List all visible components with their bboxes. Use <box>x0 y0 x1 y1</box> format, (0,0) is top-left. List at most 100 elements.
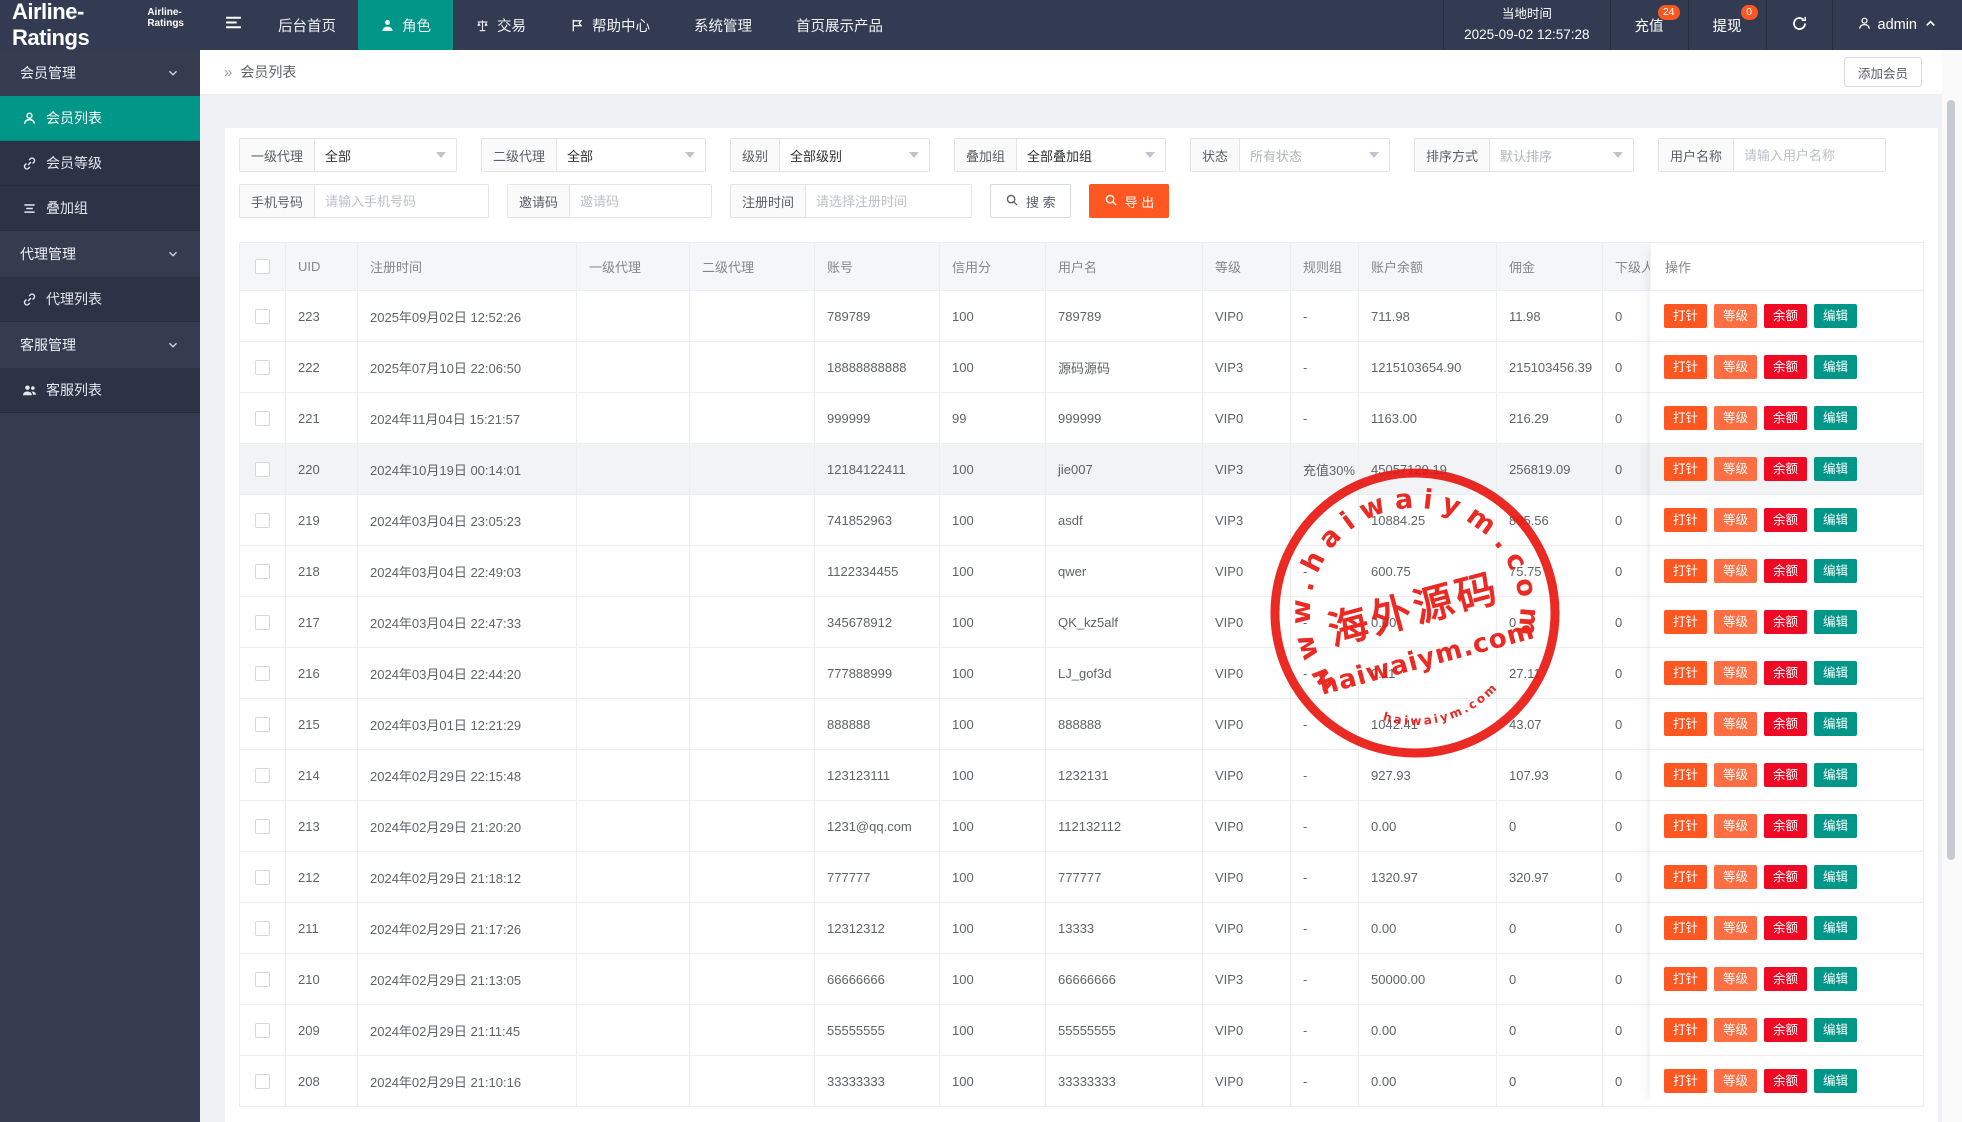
action-level-button[interactable]: 等级 <box>1714 967 1757 992</box>
action-balance-button[interactable]: 余额 <box>1764 457 1807 482</box>
nav-item-1[interactable]: 后台首页 <box>256 0 358 50</box>
sidebar-group-7[interactable]: 客服管理 <box>0 322 200 368</box>
action-balance-button[interactable]: 余额 <box>1764 763 1807 788</box>
action-edit-button[interactable]: 编辑 <box>1814 1018 1857 1043</box>
action-edit-button[interactable]: 编辑 <box>1814 814 1857 839</box>
row-checkbox[interactable] <box>255 513 270 528</box>
action-level-button[interactable]: 等级 <box>1714 763 1757 788</box>
action-level-button[interactable]: 等级 <box>1714 712 1757 737</box>
action-level-button[interactable]: 等级 <box>1714 304 1757 329</box>
filter-select-value[interactable]: 默认排序 <box>1490 139 1633 171</box>
user-menu[interactable]: admin <box>1833 0 1962 50</box>
nav-item-4[interactable]: 帮助中心 <box>548 0 672 50</box>
sidebar-group-5[interactable]: 代理管理 <box>0 231 200 277</box>
row-checkbox[interactable] <box>255 564 270 579</box>
row-checkbox[interactable] <box>255 1074 270 1089</box>
action-level-button[interactable]: 等级 <box>1714 661 1757 686</box>
sidebar-item-4[interactable]: 叠加组 <box>0 186 200 231</box>
action-inject-button[interactable]: 打针 <box>1664 1069 1707 1094</box>
action-level-button[interactable]: 等级 <box>1714 865 1757 890</box>
action-balance-button[interactable]: 余额 <box>1764 304 1807 329</box>
action-inject-button[interactable]: 打针 <box>1664 610 1707 635</box>
row-checkbox[interactable] <box>255 411 270 426</box>
action-level-button[interactable]: 等级 <box>1714 457 1757 482</box>
action-edit-button[interactable]: 编辑 <box>1814 559 1857 584</box>
nav-item-6[interactable]: 首页展示产品 <box>774 0 905 50</box>
scrollbar-thumb[interactable] <box>1947 100 1955 860</box>
action-level-button[interactable]: 等级 <box>1714 610 1757 635</box>
menu-toggle-button[interactable] <box>210 0 256 50</box>
filter-select-value[interactable]: 全部级别 <box>780 139 929 171</box>
row-checkbox[interactable] <box>255 462 270 477</box>
action-inject-button[interactable]: 打针 <box>1664 712 1707 737</box>
row-checkbox[interactable] <box>255 666 270 681</box>
filter-text-input[interactable] <box>570 185 711 217</box>
action-inject-button[interactable]: 打针 <box>1664 406 1707 431</box>
row-checkbox[interactable] <box>255 360 270 375</box>
filter-text-input[interactable] <box>806 185 971 217</box>
action-balance-button[interactable]: 余额 <box>1764 814 1807 839</box>
action-edit-button[interactable]: 编辑 <box>1814 967 1857 992</box>
row-checkbox[interactable] <box>255 1023 270 1038</box>
action-inject-button[interactable]: 打针 <box>1664 304 1707 329</box>
action-inject-button[interactable]: 打针 <box>1664 508 1707 533</box>
action-edit-button[interactable]: 编辑 <box>1814 355 1857 380</box>
row-checkbox[interactable] <box>255 921 270 936</box>
filter-select-value[interactable]: 全部叠加组 <box>1017 139 1165 171</box>
action-inject-button[interactable]: 打针 <box>1664 763 1707 788</box>
action-balance-button[interactable]: 余额 <box>1764 865 1807 890</box>
row-checkbox[interactable] <box>255 768 270 783</box>
nav-item-3[interactable]: 交易 <box>453 0 548 50</box>
action-level-button[interactable]: 等级 <box>1714 1018 1757 1043</box>
action-level-button[interactable]: 等级 <box>1714 355 1757 380</box>
action-edit-button[interactable]: 编辑 <box>1814 406 1857 431</box>
action-level-button[interactable]: 等级 <box>1714 508 1757 533</box>
action-balance-button[interactable]: 余额 <box>1764 1018 1807 1043</box>
search-button[interactable]: 搜 索 <box>990 184 1071 218</box>
action-inject-button[interactable]: 打针 <box>1664 865 1707 890</box>
action-level-button[interactable]: 等级 <box>1714 814 1757 839</box>
filter-text-input[interactable] <box>315 185 488 217</box>
action-edit-button[interactable]: 编辑 <box>1814 1069 1857 1094</box>
action-balance-button[interactable]: 余额 <box>1764 406 1807 431</box>
export-button[interactable]: 导 出 <box>1089 184 1170 218</box>
action-level-button[interactable]: 等级 <box>1714 1069 1757 1094</box>
nav-item-5[interactable]: 系统管理 <box>672 0 774 50</box>
action-balance-button[interactable]: 余额 <box>1764 559 1807 584</box>
action-edit-button[interactable]: 编辑 <box>1814 865 1857 890</box>
action-level-button[interactable]: 等级 <box>1714 559 1757 584</box>
action-edit-button[interactable]: 编辑 <box>1814 712 1857 737</box>
action-inject-button[interactable]: 打针 <box>1664 967 1707 992</box>
action-edit-button[interactable]: 编辑 <box>1814 508 1857 533</box>
sidebar-item-6[interactable]: 代理列表 <box>0 277 200 322</box>
action-level-button[interactable]: 等级 <box>1714 406 1757 431</box>
action-balance-button[interactable]: 余额 <box>1764 508 1807 533</box>
action-inject-button[interactable]: 打针 <box>1664 355 1707 380</box>
scrollbar[interactable] <box>1942 50 1962 1122</box>
action-edit-button[interactable]: 编辑 <box>1814 610 1857 635</box>
row-checkbox[interactable] <box>255 309 270 324</box>
action-balance-button[interactable]: 余额 <box>1764 967 1807 992</box>
action-balance-button[interactable]: 余额 <box>1764 610 1807 635</box>
filter-select-value[interactable]: 所有状态 <box>1240 139 1389 171</box>
action-edit-button[interactable]: 编辑 <box>1814 763 1857 788</box>
sidebar-item-8[interactable]: 客服列表 <box>0 368 200 413</box>
action-inject-button[interactable]: 打针 <box>1664 916 1707 941</box>
filter-select-value[interactable]: 全部 <box>315 139 456 171</box>
withdraw-button[interactable]: 提现 0 <box>1689 0 1766 50</box>
action-edit-button[interactable]: 编辑 <box>1814 916 1857 941</box>
action-balance-button[interactable]: 余额 <box>1764 712 1807 737</box>
action-level-button[interactable]: 等级 <box>1714 916 1757 941</box>
action-balance-button[interactable]: 余额 <box>1764 355 1807 380</box>
action-edit-button[interactable]: 编辑 <box>1814 304 1857 329</box>
action-edit-button[interactable]: 编辑 <box>1814 661 1857 686</box>
sidebar-item-3[interactable]: 会员等级 <box>0 141 200 186</box>
row-checkbox[interactable] <box>255 615 270 630</box>
action-inject-button[interactable]: 打针 <box>1664 559 1707 584</box>
select-all-checkbox[interactable] <box>255 259 270 274</box>
sidebar-item-2[interactable]: 会员列表 <box>0 96 200 141</box>
sidebar-group-1[interactable]: 会员管理 <box>0 50 200 96</box>
filter-text-input[interactable] <box>1734 139 1885 171</box>
row-checkbox[interactable] <box>255 870 270 885</box>
action-inject-button[interactable]: 打针 <box>1664 457 1707 482</box>
